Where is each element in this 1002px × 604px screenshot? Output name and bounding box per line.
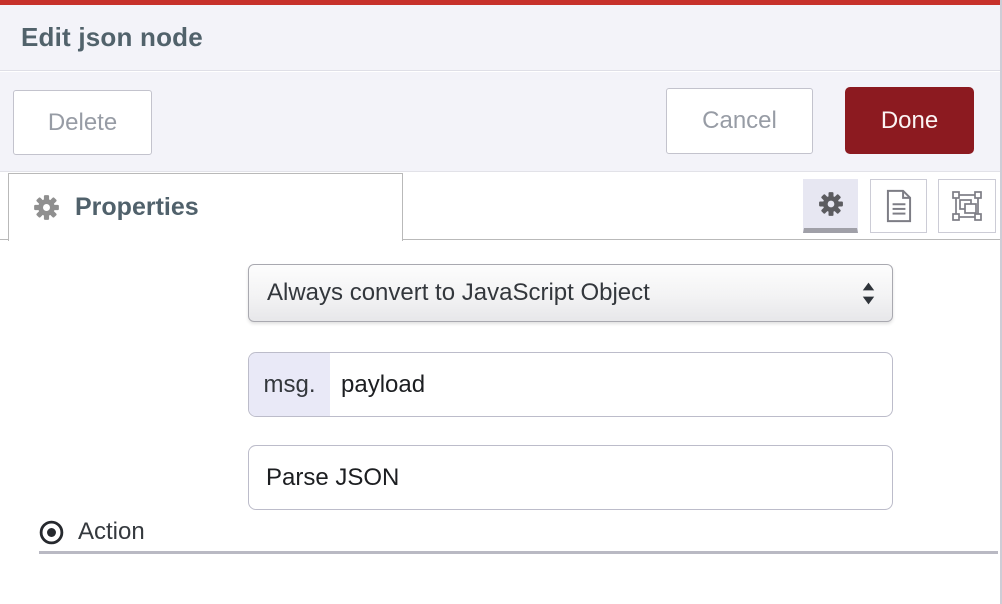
tab-properties[interactable]: Properties	[8, 173, 403, 241]
name-input-group	[248, 445, 893, 510]
tab-properties-label: Properties	[75, 193, 199, 222]
action-label: Action	[38, 518, 145, 546]
done-button[interactable]: Done	[845, 87, 974, 154]
edit-node-dialog: Edit json node Delete Cancel Done	[0, 0, 1002, 604]
tab-bar: Properties	[0, 173, 1002, 240]
dialog-header: Edit json node	[0, 5, 1002, 71]
action-select[interactable]: Always convert to JavaScript Object	[248, 264, 893, 322]
action-select-value: Always convert to JavaScript Object	[267, 279, 861, 307]
circle-dot-icon	[38, 519, 65, 546]
property-input-group: msg.	[248, 352, 893, 417]
select-arrows-icon	[861, 280, 876, 307]
msg-prefix-chip: msg.	[249, 353, 330, 416]
appearance-icon	[951, 190, 983, 222]
description-tab-button[interactable]	[870, 179, 927, 233]
gear-icon	[33, 194, 60, 221]
document-icon	[885, 189, 913, 223]
section-divider	[39, 551, 998, 554]
properties-form: Action Always convert to JavaScript Obje…	[0, 240, 1002, 604]
cancel-button[interactable]: Cancel	[666, 88, 813, 154]
delete-button[interactable]: Delete	[13, 90, 152, 155]
gear-icon	[818, 191, 844, 217]
page-title: Edit json node	[21, 22, 203, 53]
action-label-text: Action	[78, 518, 145, 546]
property-input[interactable]	[330, 353, 892, 416]
properties-tab-button[interactable]	[803, 179, 858, 233]
name-input[interactable]	[249, 446, 892, 509]
appearance-tab-button[interactable]	[938, 179, 996, 233]
dialog-toolbar: Delete Cancel Done	[0, 72, 1002, 172]
